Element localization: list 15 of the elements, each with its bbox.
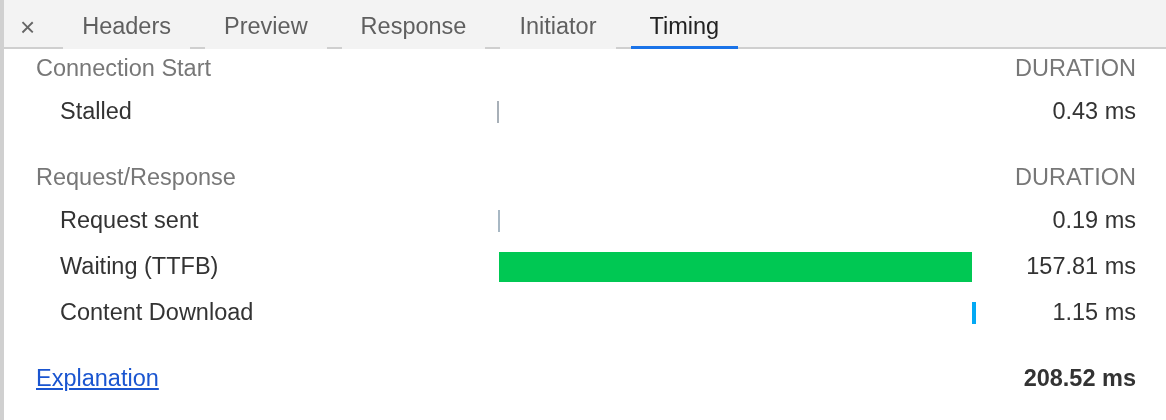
duration-value: 157.81 ms — [1025, 252, 1136, 282]
duration-value: 1.15 ms — [1051, 298, 1136, 328]
close-button[interactable]: × — [14, 8, 42, 47]
section-title: Connection Start — [36, 54, 212, 84]
timing-label: Waiting (TTFB) — [59, 252, 220, 282]
column-header: DURATION — [1015, 163, 1136, 193]
timing-label: Request sent — [59, 206, 200, 236]
explanation-link[interactable]: Explanation — [36, 361, 159, 397]
section-title: Request/Response — [36, 163, 236, 193]
column-header: DURATION — [1015, 54, 1136, 84]
timing-label: Stalled — [59, 97, 133, 127]
total-duration: 208.52 ms — [1023, 364, 1136, 394]
duration-value: 0.19 ms — [1051, 206, 1136, 236]
duration-value: 0.43 ms — [1051, 97, 1136, 127]
timing-label: Content Download — [59, 298, 255, 328]
